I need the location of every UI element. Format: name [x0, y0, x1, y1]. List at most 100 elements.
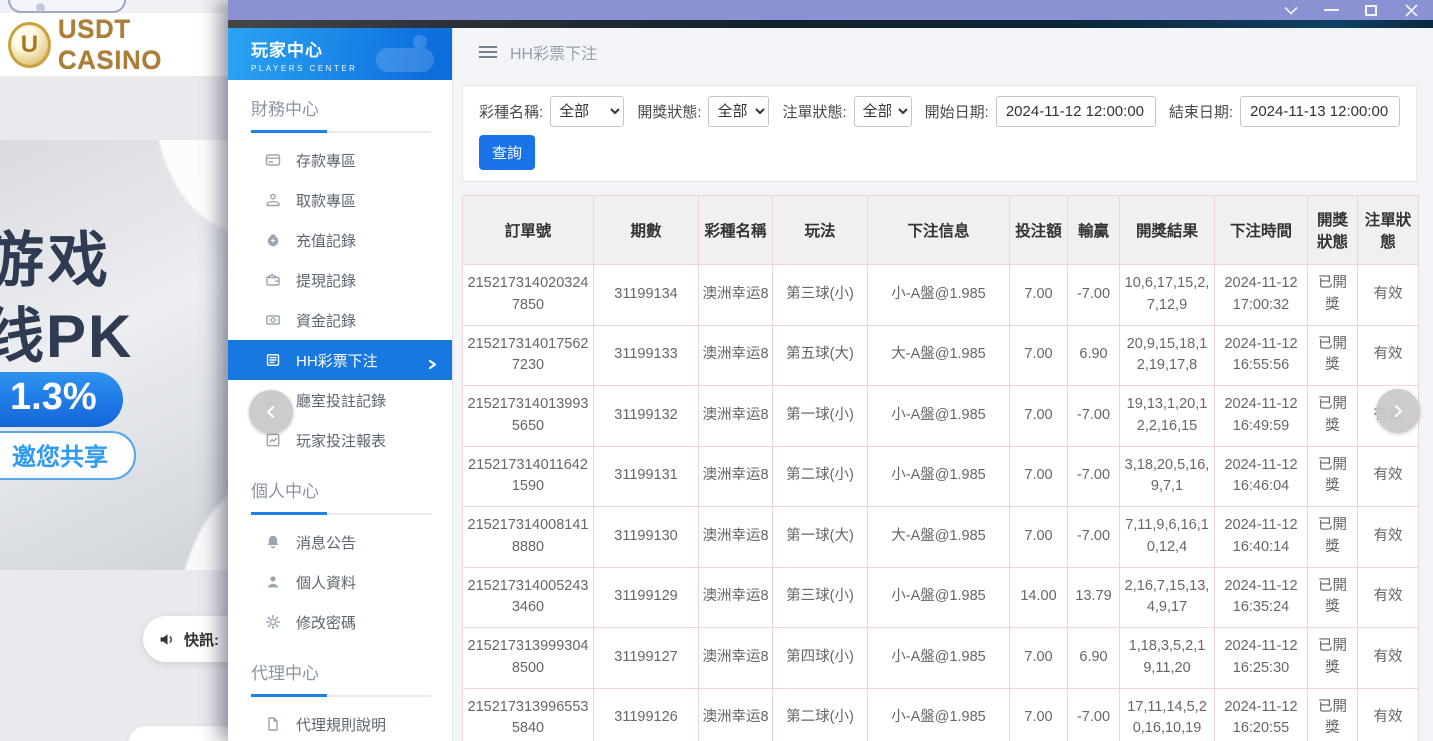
table-cell: 已開獎: [1308, 325, 1358, 386]
background-card: [128, 726, 240, 741]
gear-icon: [265, 614, 281, 630]
sidebar-header: 玩家中心 PLAYERS CENTER: [228, 28, 452, 80]
start-date-label: 開始日期:: [925, 101, 989, 122]
col-order-status: 注單狀態: [1358, 196, 1419, 265]
casino-logo-text: USDT CASINO: [58, 14, 228, 76]
table-cell: 2152173140081418880: [463, 507, 594, 568]
table-cell: 2024-11-12 16:40:14: [1215, 507, 1308, 568]
site-header: U USDT CASINO: [0, 13, 228, 76]
col-draw-status: 開獎狀態: [1308, 196, 1358, 265]
order-status-label: 注單狀態:: [782, 101, 846, 122]
table-cell: -7.00: [1068, 688, 1120, 741]
table-cell: 第三球(小): [773, 567, 868, 628]
table-cell: 7.00: [1010, 688, 1068, 741]
ledger-icon: [265, 352, 281, 368]
col-bet-info: 下注信息: [868, 196, 1010, 265]
table-cell: 2152173140052433460: [463, 567, 594, 628]
table-cell: -7.00: [1068, 386, 1120, 447]
capsule-dot: [36, 3, 45, 12]
table-cell: 小-A盤@1.985: [868, 265, 1010, 326]
main-content: HH彩票下注 彩種名稱: 全部 開獎狀態: 全部 注單狀態: 全部 開始日期: …: [453, 28, 1433, 741]
sidebar-item-profile[interactable]: 個人資料: [228, 562, 452, 602]
banknote-icon: [265, 312, 281, 328]
table-cell: 31199129: [594, 567, 699, 628]
table-cell: 第五球(大): [773, 325, 868, 386]
sidebar-item-label: 玩家投注報表: [296, 430, 386, 451]
deposit-icon: [265, 152, 281, 168]
browser-capsule: [8, 0, 126, 13]
sidebar-item-lottery-bets[interactable]: HH彩票下注: [228, 340, 452, 380]
draw-status-select[interactable]: 全部: [708, 96, 769, 127]
table-cell: 小-A盤@1.985: [868, 567, 1010, 628]
col-lottery-name: 彩種名稱: [699, 196, 773, 265]
lottery-name-select[interactable]: 全部: [550, 96, 624, 127]
page-title: HH彩票下注: [510, 40, 597, 64]
end-date-label: 結束日期:: [1169, 101, 1233, 122]
news-label: 快訊:: [184, 629, 219, 650]
sidebar-item-change-password[interactable]: 修改密碼: [228, 602, 452, 642]
table-cell: 有效: [1358, 446, 1419, 507]
table-cell: 2024-11-12 16:25:30: [1215, 628, 1308, 689]
sidebar-item-agent-rules[interactable]: 代理規則說明: [228, 704, 452, 741]
table-cell: 2152173139993048500: [463, 628, 594, 689]
table-cell: 2152173140203247850: [463, 265, 594, 326]
expand-right-button[interactable]: [1376, 389, 1420, 433]
table-cell: -7.00: [1068, 446, 1120, 507]
withdraw-icon: [265, 192, 281, 208]
start-date-input[interactable]: [996, 96, 1156, 127]
sidebar-item-withdraw[interactable]: 取款專區: [228, 180, 452, 220]
table-row: 215217314005243346031199129澳洲幸运8第三球(小)小-…: [463, 567, 1419, 628]
table-header: 訂單號 期數 彩種名稱 玩法 下注信息 投注額 輸贏 開獎結果 下注時間 開獎狀…: [463, 196, 1419, 265]
table-cell: 7.00: [1010, 265, 1068, 326]
table-cell: 第二球(小): [773, 688, 868, 741]
table-cell: 19,13,1,20,12,2,16,15: [1120, 386, 1215, 447]
sidebar-item-funds-record[interactable]: 資金記錄: [228, 300, 452, 340]
table-row: 215217314008141888031199130澳洲幸运8第一球(大)大-…: [463, 507, 1419, 568]
section-title-agent: 代理中心: [251, 659, 431, 697]
table-cell: 7.00: [1010, 325, 1068, 386]
table-cell: 第二球(小): [773, 446, 868, 507]
lottery-name-label: 彩種名稱:: [479, 101, 543, 122]
casino-logo-icon: U: [8, 22, 51, 68]
sidebar-item-recharge-record[interactable]: 充值記錄: [228, 220, 452, 260]
order-status-select[interactable]: 全部: [854, 96, 912, 127]
table-cell: 小-A盤@1.985: [868, 628, 1010, 689]
table-cell: 有效: [1358, 628, 1419, 689]
maximize-button[interactable]: [1363, 3, 1379, 17]
table-cell: 3,18,20,5,16,9,7,1: [1120, 446, 1215, 507]
collapse-left-button[interactable]: [249, 390, 293, 434]
query-button[interactable]: 查詢: [479, 135, 535, 170]
table-cell: 有效: [1358, 567, 1419, 628]
minimize-button[interactable]: [1323, 3, 1339, 17]
table-cell: 小-A盤@1.985: [868, 386, 1010, 447]
col-bet-time: 下注時間: [1215, 196, 1308, 265]
hamburger-icon[interactable]: [479, 46, 497, 58]
sidebar-item-deposit[interactable]: 存款專區: [228, 140, 452, 180]
table-cell: 2024-11-12 16:49:59: [1215, 386, 1308, 447]
table-cell: 7.00: [1010, 628, 1068, 689]
table-cell: 已開獎: [1308, 688, 1358, 741]
sidebar-item-withdraw-record[interactable]: 提現記錄: [228, 260, 452, 300]
bets-table-body: 215217314020324785031199134澳洲幸运8第三球(小)小-…: [463, 265, 1419, 741]
table-cell: 2024-11-12 16:46:04: [1215, 446, 1308, 507]
sidebar-item-announcements[interactable]: 消息公告: [228, 522, 452, 562]
bell-icon: [265, 534, 281, 550]
table-cell: 已開獎: [1308, 265, 1358, 326]
sidebar-item-label: 取款專區: [296, 190, 356, 211]
table-cell: -7.00: [1068, 265, 1120, 326]
col-order-no: 訂單號: [463, 196, 594, 265]
report-chart-icon: [265, 432, 281, 448]
sidebar-item-label: 修改密碼: [296, 612, 356, 633]
table-cell: 2152173140139935650: [463, 386, 594, 447]
close-button[interactable]: [1403, 3, 1419, 17]
table-cell: 2152173140175627230: [463, 325, 594, 386]
money-bag-icon: [265, 232, 281, 248]
sidebar: 玩家中心 PLAYERS CENTER 財務中心 存款專區 取款專區: [228, 28, 453, 741]
table-cell: 大-A盤@1.985: [868, 325, 1010, 386]
chevron-down-icon[interactable]: [1283, 3, 1299, 17]
bets-table: 訂單號 期數 彩種名稱 玩法 下注信息 投注額 輸贏 開獎結果 下注時間 開獎狀…: [462, 195, 1419, 741]
col-playtype: 玩法: [773, 196, 868, 265]
end-date-input[interactable]: [1240, 96, 1400, 127]
filter-panel: 彩種名稱: 全部 開獎狀態: 全部 注單狀態: 全部 開始日期: 結束日期: 查…: [462, 85, 1417, 182]
table-cell: 第四球(小): [773, 628, 868, 689]
